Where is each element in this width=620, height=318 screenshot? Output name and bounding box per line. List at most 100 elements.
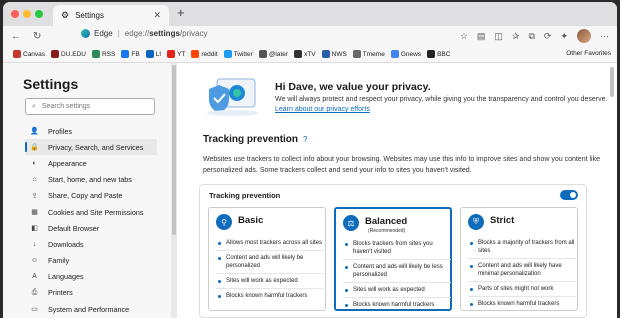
menu-icon: 👤 — [30, 128, 39, 136]
address-field[interactable]: Edge | edge://settings/privacy — [81, 29, 207, 38]
option-title: Strict — [490, 215, 515, 226]
bookmark-duedu[interactable]: DU.EDU — [61, 51, 86, 58]
sidebar-item-label: Default Browser — [48, 223, 100, 233]
bookmark-canvas[interactable]: Canvas — [23, 51, 45, 58]
sidebar-item-label: Languages — [48, 272, 84, 282]
sidebar-item-label: Family — [48, 256, 70, 266]
bookmark-icon — [223, 50, 232, 58]
option-bullet: Blocks trackers from sites you haven't v… — [343, 237, 451, 259]
url-suffix: /privacy — [179, 29, 208, 38]
search-icon: ⌕ — [32, 102, 36, 110]
search-placeholder: Search settings — [41, 103, 91, 110]
favorites-icon[interactable]: ✰ — [512, 31, 520, 42]
tab-settings[interactable]: ⚙ Settings ✕ — [53, 5, 169, 26]
close-window-button[interactable] — [11, 10, 19, 18]
bookmark-gnews[interactable]: Gnews — [401, 51, 421, 58]
sidebar-item-system-and-performance[interactable]: ▭ System and Performance — [25, 301, 157, 317]
menu-icon: ☺ — [30, 257, 39, 265]
bookmark-icon — [390, 50, 399, 58]
balanced-icon: ⚖ — [343, 215, 359, 231]
menu-icon: ◧ — [31, 225, 38, 233]
tracking-option-strict[interactable]: ⛨ Strict Blocks a majority of trackers fro… — [460, 207, 578, 311]
favorite-star-icon[interactable]: ☆ — [460, 31, 468, 42]
extension-icon[interactable]: ✦ — [560, 31, 568, 42]
bookmark-icon — [294, 50, 303, 58]
sidebar-item-cookies-and-site-permissions[interactable]: ▦ Cookies and Site Permissions — [25, 204, 157, 220]
sidebar-item-label: Cookies and Site Permissions — [48, 207, 144, 217]
bookmark-icon — [145, 50, 154, 58]
sidebar-item-family[interactable]: ☺ Family — [25, 253, 157, 269]
menu-icon: ▭ — [31, 306, 38, 314]
sidebar-item-default-browser[interactable]: ◧ Default Browser — [25, 220, 157, 236]
extensions-icon[interactable]: ▤ — [477, 31, 486, 42]
refresh-icon[interactable]: ↻ — [33, 31, 41, 42]
browser-window: ⚙ Settings ✕ + ← ↻ Edge | edge://setting… — [3, 2, 617, 318]
bookmark-later[interactable]: @later — [269, 51, 288, 58]
sidebar-item-label: Profiles — [48, 126, 72, 136]
menu-icon: ▦ — [31, 209, 38, 217]
bookmark-icon — [91, 50, 100, 58]
zoom-window-button[interactable] — [35, 10, 43, 18]
option-bullet: Content and ads will likely be personali… — [216, 250, 324, 273]
bookmark-tmeme[interactable]: Tmeme — [363, 51, 385, 58]
bookmark-icon — [321, 50, 330, 58]
gear-icon: ⚙ — [61, 10, 70, 20]
back-icon[interactable]: ← — [11, 31, 21, 42]
menu-icon: ◐ — [32, 159, 37, 167]
refresh-extension-icon[interactable]: ⟳ — [544, 31, 552, 42]
collections-icon[interactable]: ⧉ — [528, 31, 534, 42]
sidebar-item-label: Share, Copy and Paste — [48, 191, 123, 201]
sidebar-item-printers[interactable]: ⎙ Printers — [25, 285, 157, 301]
sidebar-item-start-home-and-new-tabs[interactable]: ⌂ Start, home, and new tabs — [25, 172, 157, 188]
privacy-efforts-link[interactable]: Learn about our privacy efforts — [275, 106, 370, 113]
tracking-option-basic[interactable]: ⚲ Basic Allows most trackers across all si… — [208, 207, 326, 311]
split-screen-icon[interactable]: ◫ — [494, 31, 503, 42]
menu-icon: ⌂ — [32, 176, 37, 184]
bookmark-xtv[interactable]: xTV — [304, 51, 316, 58]
minimize-window-button[interactable] — [23, 10, 31, 18]
bookmark-bbc[interactable]: BBC — [437, 51, 450, 58]
sidebar-item-label: Start, home, and new tabs — [48, 175, 132, 185]
tracking-option-balanced[interactable]: ⚖ Balanced (Recommended) Blocks trackers fr… — [334, 207, 452, 311]
site-label: Edge — [94, 29, 113, 38]
option-bullet: Content and ads will likely be less pers… — [343, 259, 451, 282]
sidebar-item-profiles[interactable]: 👤 Profiles — [25, 123, 157, 139]
option-bullet: Blocks known harmful trackers — [343, 297, 451, 312]
favorites-bar: Canvas DU.EDU RSS FB LI YT reddit Twitter @later… — [3, 46, 617, 63]
close-tab-icon[interactable]: ✕ — [153, 10, 161, 21]
sidebar-item-downloads[interactable]: ↓ Downloads — [25, 236, 157, 252]
help-icon[interactable]: ? — [303, 135, 307, 144]
tracking-prevention-toggle[interactable] — [560, 190, 578, 200]
scrollbar-thumb[interactable] — [172, 65, 176, 235]
option-bullet: Content and ads will likely have minimal… — [468, 258, 576, 281]
bookmark-icon — [191, 50, 200, 58]
more-menu-icon[interactable]: ⋯ — [600, 31, 609, 42]
tab-bar: ⚙ Settings ✕ + — [3, 2, 617, 26]
main-scrollbar-thumb[interactable] — [610, 67, 614, 97]
avatar[interactable] — [577, 29, 591, 43]
bookmark-li[interactable]: LI — [156, 51, 161, 58]
bookmark-fb[interactable]: FB — [131, 51, 139, 58]
bookmark-nws[interactable]: NWS — [332, 51, 347, 58]
sidebar-item-privacy-search-and-services[interactable]: 🔒 Privacy, Search, and Services — [25, 139, 157, 156]
privacy-illustration-icon — [207, 78, 259, 116]
toolbar-icons: ☆ ▤ ◫ ✰ ⧉ ⟳ ✦ ⋯ — [460, 29, 609, 43]
bookmark-twitter[interactable]: Twitter — [234, 51, 253, 58]
bookmark-icon — [352, 50, 361, 58]
sidebar-item-share-copy-and-paste[interactable]: ⇪ Share, Copy and Paste — [25, 188, 157, 204]
bookmark-yt[interactable]: YT — [177, 51, 185, 58]
search-input[interactable]: ⌕ Search settings — [25, 98, 155, 115]
bookmark-reddit[interactable]: reddit — [201, 51, 217, 58]
other-favorites-folder[interactable]: Other Favorites — [566, 50, 611, 57]
option-bullets: Allows most trackers across all sites Con… — [216, 236, 324, 303]
recommended-label: (Recommended) — [368, 228, 406, 234]
sidebar-item-appearance[interactable]: ◐ Appearance — [25, 155, 157, 171]
option-bullet: Blocks known harmful trackers — [216, 288, 324, 303]
sidebar-item-languages[interactable]: A Languages — [25, 269, 157, 285]
bookmark-rss[interactable]: RSS — [102, 51, 115, 58]
new-tab-button[interactable]: + — [177, 5, 185, 20]
strict-icon: ⛨ — [468, 214, 484, 230]
menu-icon: 🔒 — [30, 144, 39, 152]
bookmark-icon — [258, 50, 267, 58]
option-bullet: Parts of sites might not work — [468, 281, 576, 296]
